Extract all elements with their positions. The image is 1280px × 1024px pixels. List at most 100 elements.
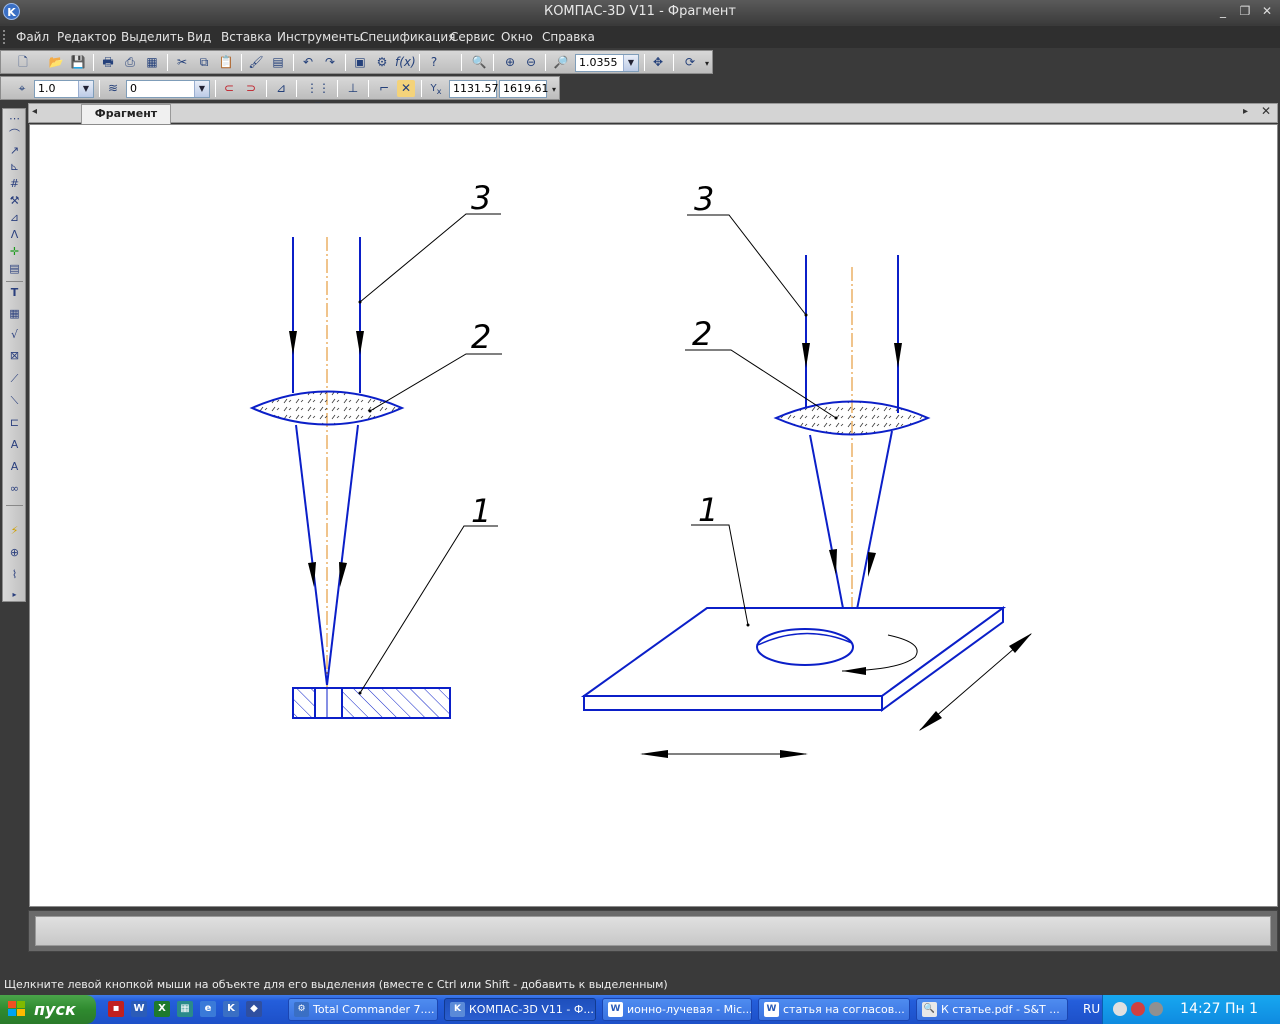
measure-icon[interactable]: ⊿ [6, 210, 23, 226]
chevron-down-icon[interactable]: ▼ [194, 81, 209, 97]
toolbar-grip[interactable]: ⋯ [6, 111, 23, 127]
help-pointer-icon[interactable]: ? [425, 54, 443, 71]
manager-icon[interactable]: ▣ [351, 54, 369, 71]
taskbar-button-kompas[interactable]: K КОМПАС-3D V11 - Ф.... [444, 998, 596, 1021]
undo-icon[interactable]: ↶ [299, 54, 317, 71]
tolerance-icon[interactable]: ⊏ [6, 415, 23, 431]
restore-button[interactable]: ❐ [1236, 4, 1254, 19]
new-document-icon[interactable]: 🗋 [14, 54, 32, 71]
quicklaunch-shield-icon[interactable]: ◆ [246, 1001, 262, 1017]
curve-icon[interactable]: ⌇ [6, 567, 23, 583]
menu-file[interactable]: Файл [16, 30, 49, 44]
macro-icon[interactable]: ⚡ [6, 523, 23, 539]
chevron-down-icon[interactable]: ▼ [623, 55, 638, 71]
section-line-icon[interactable]: A [6, 459, 23, 475]
start-button[interactable]: пуск [0, 995, 96, 1024]
library-icon[interactable]: ⚙ [373, 54, 391, 71]
tab-scroll-left-icon[interactable]: ◂ [32, 106, 37, 117]
cut-icon[interactable]: ✂ [173, 54, 191, 71]
quicklaunch-app-icon[interactable]: ▪ [108, 1001, 124, 1017]
coord-x-field[interactable]: 1131.57 [449, 80, 499, 98]
point-icon[interactable]: ⊕ [6, 545, 23, 561]
zoom-in-icon[interactable]: ⊕ [501, 54, 519, 71]
zoom-combo[interactable]: 1.0355 ▼ [575, 54, 639, 72]
report-icon[interactable]: ▤ [6, 261, 23, 277]
snap-magnet-icon[interactable]: ⊂ [220, 80, 238, 97]
properties-icon[interactable]: ▤ [269, 54, 287, 71]
layer-combo[interactable]: 0 ▼ [126, 80, 210, 98]
refresh-icon[interactable]: ⟳ [681, 54, 699, 71]
parametrization-icon[interactable]: ⚒ [6, 193, 23, 209]
table-icon[interactable]: ▦ [6, 306, 23, 322]
menu-service[interactable]: Сервис [450, 30, 495, 44]
menu-editor[interactable]: Редактор [57, 30, 116, 44]
base-icon[interactable]: ⊠ [6, 348, 23, 364]
menu-window[interactable]: Окно [501, 30, 533, 44]
document-manager-icon[interactable]: ▦ [143, 54, 161, 71]
print-icon[interactable]: 🖶 [99, 54, 117, 71]
coordinate-system-icon[interactable]: ⊿ [272, 80, 290, 97]
menu-view[interactable]: Вид [187, 30, 211, 44]
quicklaunch-word-icon[interactable]: W [131, 1001, 147, 1017]
round-icon[interactable]: ✕ [397, 80, 415, 97]
menu-select[interactable]: Выделить [121, 30, 184, 44]
menu-specification[interactable]: Спецификация [360, 30, 455, 44]
close-document-icon[interactable]: ✕ [1261, 104, 1271, 118]
taskbar-button-pdf[interactable]: 🔍 К статье.pdf - S&T ... [916, 998, 1068, 1021]
quicklaunch-excel-icon[interactable]: X [154, 1001, 170, 1017]
chevron-down-icon[interactable]: ▼ [78, 81, 93, 97]
step-combo[interactable]: 1.0 ▼ [34, 80, 94, 98]
minimize-button[interactable]: _ [1214, 4, 1232, 19]
volume-icon[interactable] [1149, 1002, 1163, 1016]
taskbar-button-word-1[interactable]: W ионно-лучевая - Mic... [602, 998, 752, 1021]
arrow-view-icon[interactable]: A [6, 437, 23, 453]
quicklaunch-browser-icon[interactable]: e [200, 1001, 216, 1017]
drawing-canvas[interactable]: 3 2 1 3 2 1 [29, 124, 1278, 907]
antivirus-icon[interactable] [1131, 1002, 1145, 1016]
ortho-mode-icon[interactable]: ⌐ [375, 80, 393, 97]
local-cs-icon[interactable]: ⊥ [344, 80, 362, 97]
editing-icon[interactable]: # [6, 176, 23, 192]
text-icon[interactable]: T [6, 285, 23, 301]
menu-tools[interactable]: Инструменты [277, 30, 363, 44]
position-leader-icon[interactable]: ⟍ [6, 393, 23, 409]
coord-y-field[interactable]: 1619.61 [499, 80, 549, 98]
menu-grip[interactable] [3, 30, 7, 44]
quicklaunch-calc-icon[interactable]: ▦ [177, 1001, 193, 1017]
menu-help[interactable]: Справка [542, 30, 595, 44]
dimensions-icon[interactable]: ↗ [6, 143, 23, 159]
properties-panel-body[interactable] [35, 916, 1271, 946]
paste-icon[interactable]: 📋 [217, 54, 235, 71]
layer-icon[interactable]: ≋ [104, 80, 122, 97]
copy-properties-icon[interactable]: 🖌 [247, 54, 265, 71]
expand-icon[interactable]: ▸ [6, 587, 23, 603]
zoom-out-icon[interactable]: ⊖ [522, 54, 540, 71]
roughness-icon[interactable]: √ [6, 327, 23, 343]
symbols-icon[interactable]: ⊾ [6, 159, 23, 175]
save-icon[interactable]: 💾 [69, 54, 87, 71]
network-icon[interactable] [1113, 1002, 1127, 1016]
toolbar-overflow-icon[interactable]: ▾ [705, 59, 709, 68]
selection-icon[interactable]: Λ [6, 227, 23, 243]
taskbar-button-word-2[interactable]: W статья на согласов... [758, 998, 910, 1021]
clock[interactable]: 14:27 Пн 1 [1180, 1001, 1258, 1017]
leader-icon[interactable]: ⟋ [6, 371, 23, 387]
wave-icon[interactable]: ∞ [6, 481, 23, 497]
tab-scroll-right-icon[interactable]: ▸ [1243, 106, 1248, 117]
open-folder-icon[interactable]: 📂 [47, 54, 65, 71]
language-indicator[interactable]: RU [1083, 1002, 1100, 1016]
taskbar-button-total-commander[interactable]: ⚙ Total Commander 7.... [288, 998, 438, 1021]
tab-fragment[interactable]: Фрагмент [81, 104, 171, 124]
geometry-icon[interactable]: ⌒ [6, 127, 23, 143]
grid-icon[interactable]: ⋮⋮ ▾ [304, 80, 332, 112]
toolbar-overflow-icon[interactable]: ▾ [552, 85, 556, 94]
pan-icon[interactable]: ✥ [649, 54, 667, 71]
local-snap-icon[interactable]: ⊃ [242, 80, 260, 97]
redo-icon[interactable]: ↷ [321, 54, 339, 71]
cursor-step-icon[interactable]: ⌖ [13, 80, 31, 97]
zoom-scale-icon[interactable]: 🔎 [552, 54, 570, 71]
variables-icon[interactable]: f(x) [395, 54, 416, 71]
close-button[interactable]: ✕ [1258, 4, 1276, 19]
zoom-window-icon[interactable]: 🔍 [470, 54, 488, 71]
menu-insert[interactable]: Вставка [221, 30, 272, 44]
